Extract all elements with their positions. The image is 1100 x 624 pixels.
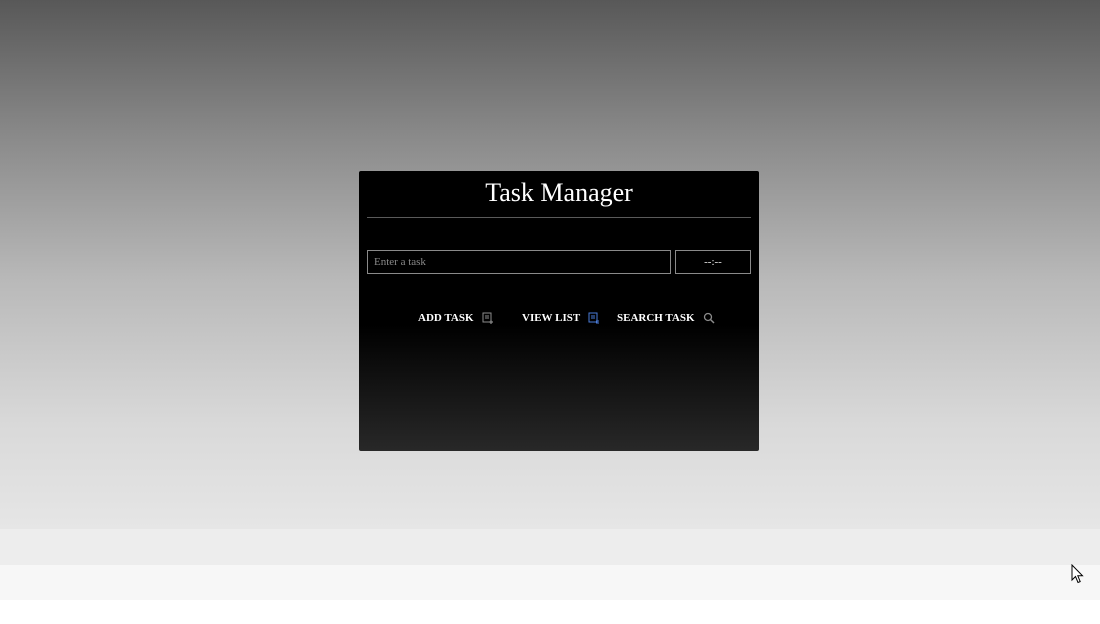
task-input[interactable] (367, 250, 671, 274)
time-input[interactable]: --:-- (675, 250, 751, 274)
page-title: Task Manager (485, 178, 633, 207)
search-icon (703, 312, 715, 324)
add-task-button[interactable]: ADD TASK (418, 308, 494, 328)
add-task-label: ADD TASK (418, 312, 474, 324)
task-manager-panel: Task Manager --:-- ADD TASK VIEW LIST (359, 171, 759, 451)
search-task-button[interactable]: SEARCH TASK (617, 308, 715, 328)
view-list-button[interactable]: VIEW LIST (522, 308, 600, 328)
time-input-value: --:-- (704, 256, 722, 268)
add-task-icon (482, 312, 494, 324)
background-band (0, 529, 1100, 565)
search-task-label: SEARCH TASK (617, 312, 695, 324)
background-band (0, 565, 1100, 600)
background-band (0, 600, 1100, 624)
mouse-cursor-icon (1071, 564, 1084, 584)
view-list-label: VIEW LIST (522, 312, 581, 324)
title-divider (367, 217, 751, 218)
list-icon (588, 312, 600, 324)
